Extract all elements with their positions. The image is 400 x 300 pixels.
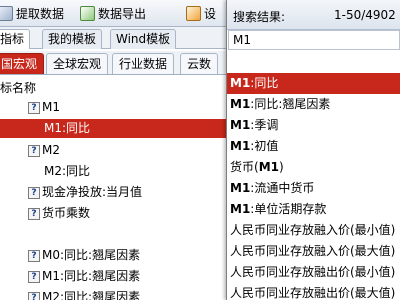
search-result-item[interactable]: M1:同比 <box>227 73 400 94</box>
tab-wind-templates-label: Wind模板 <box>116 32 171 46</box>
tab-cloud-data-label: 云数 <box>187 57 212 71</box>
search-results-header: 搜索结果: 1-50/4902 <box>227 0 400 30</box>
result-text-match: M1 <box>230 118 251 132</box>
tree-node-m1-yoy[interactable]: M1:同比 <box>0 119 226 138</box>
tree-node-m1-tail-factor[interactable]: ? M1:同比:翘尾因素 <box>28 267 140 286</box>
export-icon <box>80 6 95 21</box>
settings-icon <box>186 6 201 21</box>
result-text-match: M1 <box>230 181 251 195</box>
tab-my-templates-label: 我的模板 <box>48 32 97 46</box>
result-text-pre: 人民币同业存放融出价(最小值) <box>230 265 396 279</box>
tree-node-money-multiplier[interactable]: ? 货币乘数 <box>28 204 90 223</box>
help-icon: ? <box>28 186 40 199</box>
result-text-post: :同比:翘尾因素 <box>250 97 331 111</box>
search-result-item[interactable]: 人民币同业存放融出价(最小值) <box>227 262 400 283</box>
tab-cloud-data[interactable]: 云数 <box>180 53 219 74</box>
tab-china-macro-label: 国宏观 <box>1 57 38 71</box>
result-text-match: M1 <box>230 202 251 216</box>
tab-industry-data[interactable]: 行业数据 <box>112 53 175 74</box>
search-result-item[interactable]: 人民币同业存放融出价(最大值) <box>227 283 400 300</box>
export-data-button[interactable]: 数据导出 <box>80 3 146 24</box>
help-icon: ? <box>28 144 40 157</box>
help-icon: ? <box>28 291 40 300</box>
extract-data-button[interactable]: 提取数据 <box>0 3 64 24</box>
help-icon: ? <box>28 101 40 114</box>
extract-icon <box>0 6 13 21</box>
result-text-pre: 人民币同业存放融入价(最大值) <box>230 244 396 258</box>
result-text-pre: 人民币同业存放融入价(最小值) <box>230 223 396 237</box>
tab-indicators-label: 指标 <box>0 32 25 46</box>
settings-button[interactable]: 设 <box>186 3 216 24</box>
tree-node-label: 货币乘数 <box>42 206 91 220</box>
search-result-item[interactable]: 人民币同业存放融入价(最大值) <box>227 241 400 262</box>
result-text-post: :同比 <box>250 76 279 90</box>
help-icon: ? <box>28 249 40 262</box>
tab-industry-data-label: 行业数据 <box>119 57 168 71</box>
search-result-item[interactable]: 货币(M1) <box>227 157 400 178</box>
tab-my-templates[interactable]: 我的模板 <box>42 29 103 49</box>
search-result-item[interactable]: M1:同比:翘尾因素 <box>227 94 400 115</box>
tree-node-cash-injection[interactable]: ? 现金净投放:当月值 <box>28 183 142 202</box>
indicator-panel: 提取数据 数据导出 设 指标 我的模板 Wind模板 国宏观 全球宏观 行业数据… <box>0 0 226 300</box>
search-results-count: 1-50/4902 <box>334 8 396 22</box>
result-text-match: M1 <box>230 97 251 111</box>
search-result-item[interactable]: M1:流通中货币 <box>227 178 400 199</box>
help-icon: ? <box>28 270 40 283</box>
extract-data-label: 提取数据 <box>16 7 65 21</box>
result-text-match: M1 <box>230 139 251 153</box>
tree-node-label: M1 <box>42 100 60 114</box>
result-text-post: :单位活期存款 <box>250 202 327 216</box>
tab-wind-templates[interactable]: Wind模板 <box>110 29 177 49</box>
help-icon: ? <box>28 207 40 220</box>
tab-global-macro[interactable]: 全球宏观 <box>46 53 109 74</box>
category-tabs: 国宏观 全球宏观 行业数据 云数 <box>0 51 226 75</box>
search-result-item[interactable]: 人民币同业存放融入价(最小值) <box>227 220 400 241</box>
tree-node-label: M1:同比 <box>44 121 91 135</box>
result-text-match: M1 <box>258 160 279 174</box>
main-tabs: 指标 我的模板 Wind模板 <box>0 27 226 49</box>
tree-node-m2-yoy[interactable]: M2:同比 <box>44 162 90 181</box>
tree-node-label: M1:同比:翘尾因素 <box>42 269 141 283</box>
search-input[interactable] <box>228 30 400 50</box>
search-result-item[interactable]: M1:季调 <box>227 115 400 136</box>
tree-node-label: M2:同比 <box>44 164 91 178</box>
tree-node-m1[interactable]: ? M1 <box>28 98 60 117</box>
search-results-title: 搜索结果: <box>233 10 286 24</box>
result-text-pre: 人民币同业存放融出价(最大值) <box>230 286 396 300</box>
result-text-match: M1 <box>230 76 251 90</box>
tree-node-label: 现金净投放:当月值 <box>42 185 143 199</box>
tree-node-m0-tail-factor[interactable]: ? M0:同比:翘尾因素 <box>28 246 140 265</box>
result-text-post: :流通中货币 <box>250 181 315 195</box>
search-result-item[interactable]: M1:初值 <box>227 136 400 157</box>
tree-node-label: M2 <box>42 143 60 157</box>
search-result-item[interactable]: M1:单位活期存款 <box>227 199 400 220</box>
tab-indicators[interactable]: 指标 <box>0 29 31 49</box>
export-data-label: 数据导出 <box>98 7 147 21</box>
tab-china-macro[interactable]: 国宏观 <box>0 53 45 74</box>
tree-node-label: M2:同比:翘尾因素 <box>42 290 141 300</box>
tree-node-m2-tail-factor[interactable]: ? M2:同比:翘尾因素 <box>28 288 140 300</box>
result-text-post: :季调 <box>250 118 279 132</box>
search-results-popup: 搜索结果: 1-50/4902 M1:同比 M1:同比:翘尾因素 M1:季调 M… <box>226 0 400 300</box>
result-text-post: ) <box>278 160 284 174</box>
settings-label: 设 <box>204 7 217 21</box>
tree-header: 标名称 <box>0 81 37 95</box>
tree-node-label: M0:同比:翘尾因素 <box>42 248 141 262</box>
toolbar: 提取数据 数据导出 设 <box>0 0 226 27</box>
tab-global-macro-label: 全球宏观 <box>53 57 102 71</box>
result-text-pre: 货币( <box>230 160 259 174</box>
tree-node-m2[interactable]: ? M2 <box>28 141 60 160</box>
result-text-post: :初值 <box>250 139 279 153</box>
